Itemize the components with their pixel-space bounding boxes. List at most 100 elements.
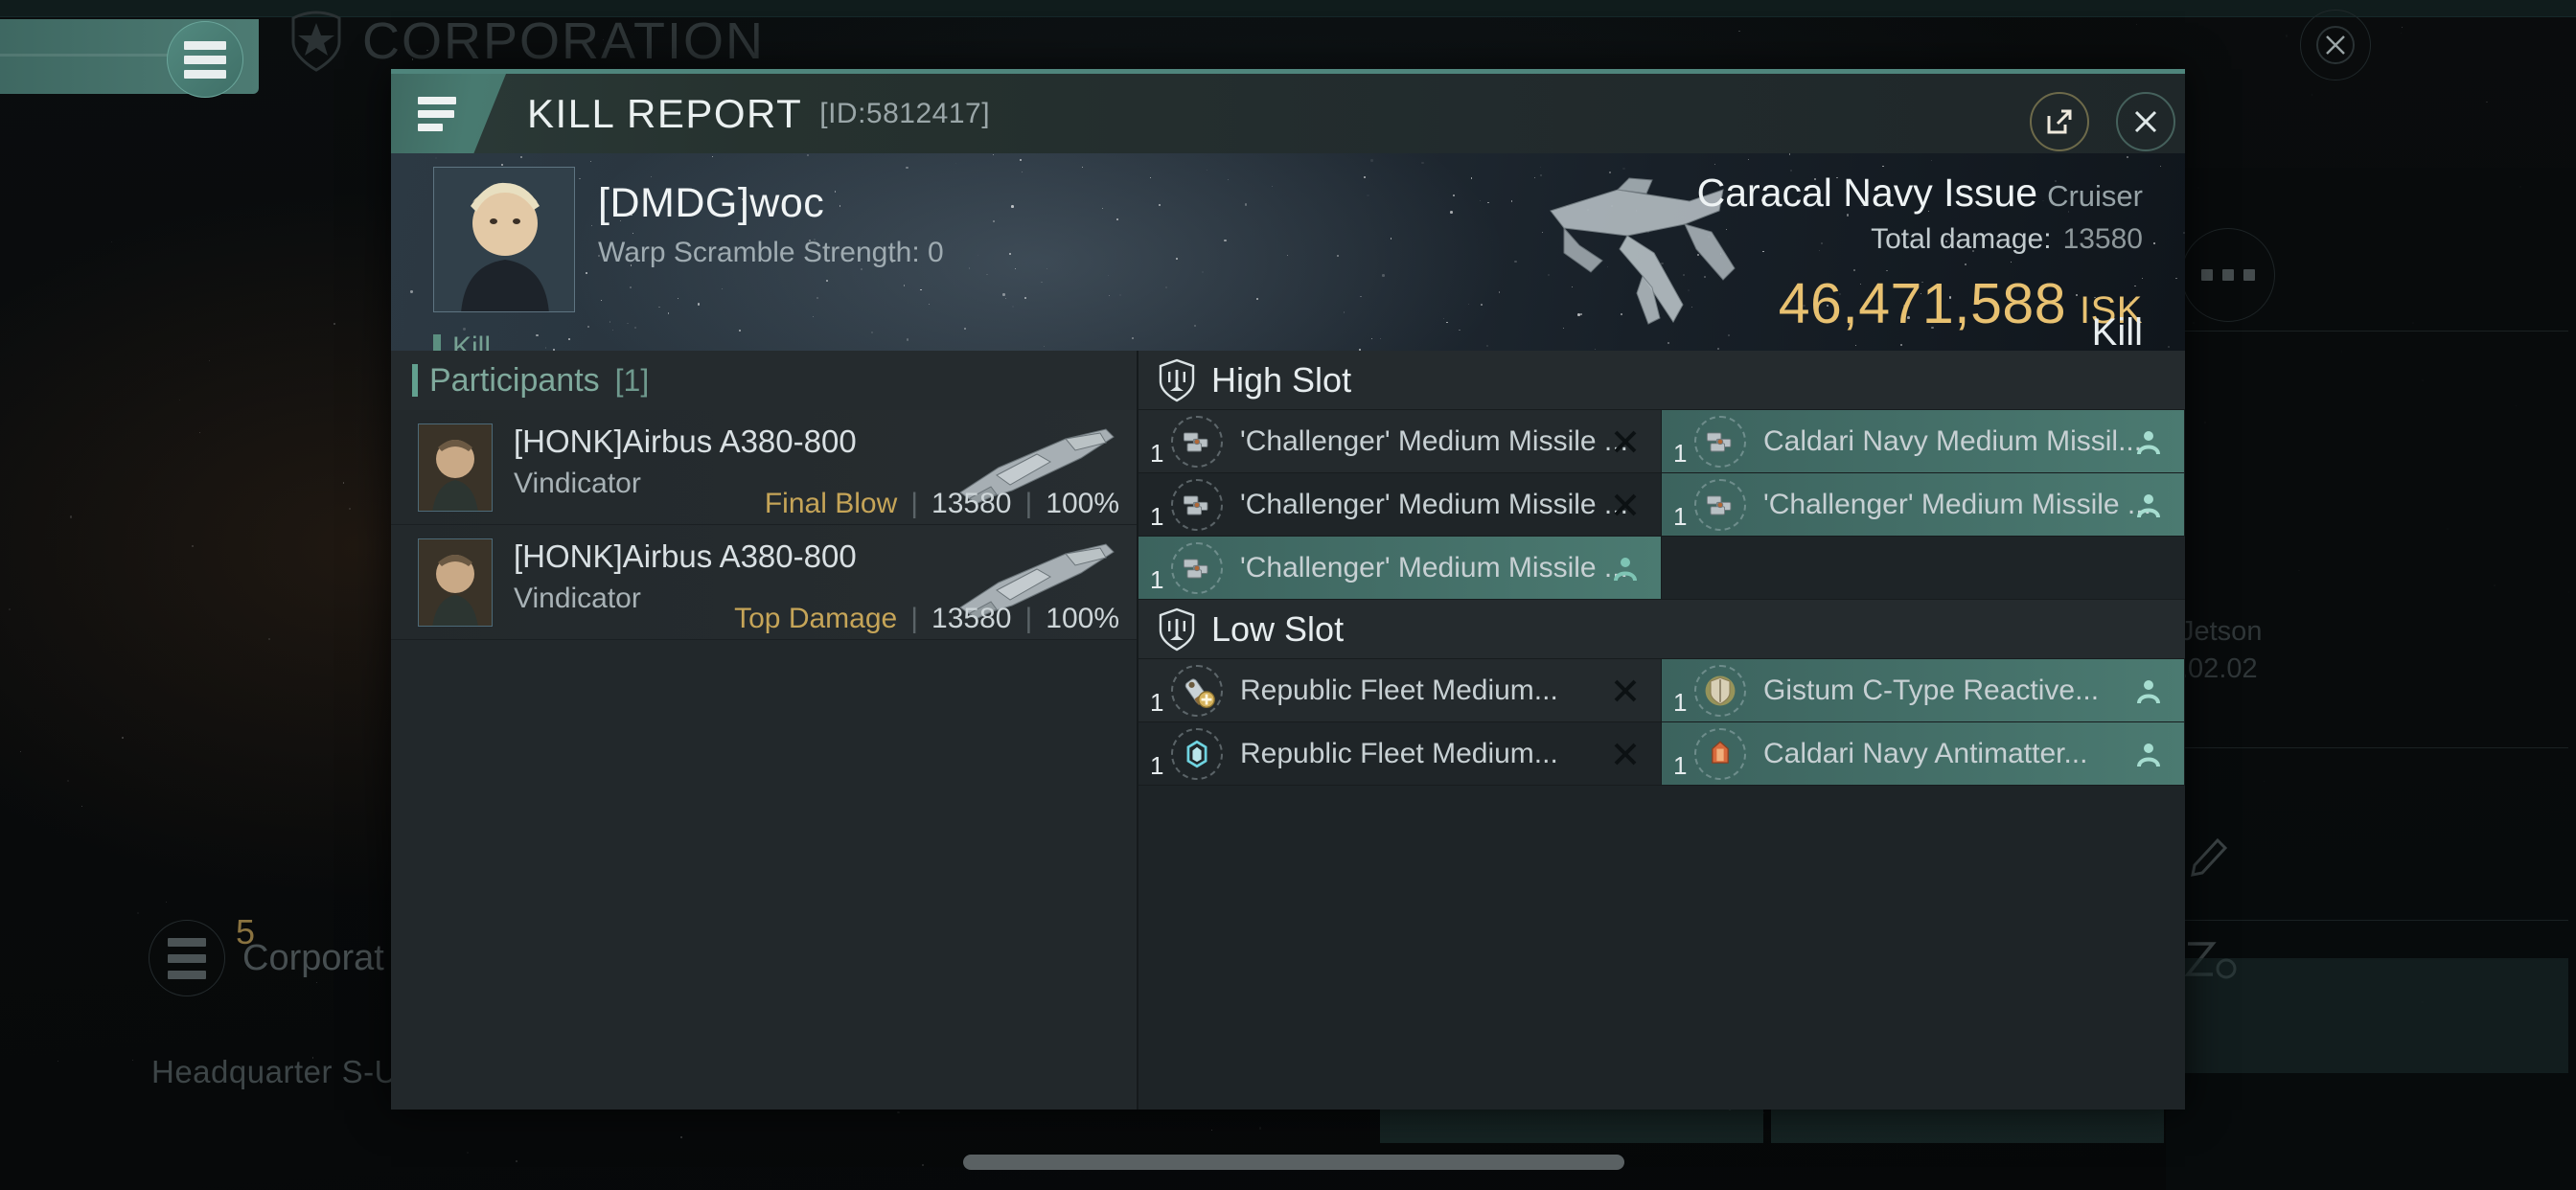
module-cell[interactable]: 1 'Challenger' Medium Missile ... (1662, 473, 2185, 537)
person-icon (2134, 740, 2163, 768)
total-damage-value: 13580 (2063, 223, 2143, 255)
module-qty: 1 (1150, 688, 1163, 718)
separator: | (910, 603, 918, 635)
damage-control-icon (1171, 665, 1223, 717)
module-qty: 1 (1150, 565, 1163, 595)
x-icon (1611, 427, 1640, 456)
person-icon (2134, 676, 2163, 705)
damage-control-icon (1171, 728, 1223, 780)
person-icon (2134, 427, 2163, 456)
hamburger-icon[interactable] (167, 21, 243, 98)
participant-damage: 13580 (932, 603, 1011, 635)
avatar[interactable] (433, 167, 575, 312)
background-corporation-title: CORPORATION (288, 10, 765, 73)
participant-tag: Final Blow (765, 488, 897, 520)
victim-ship-name-row: Caracal Navy Issue Cruiser (1697, 171, 2143, 216)
participant-percent: 100% (1046, 603, 1119, 635)
module-qty: 1 (1673, 439, 1687, 469)
corp-star-shield-icon (288, 10, 345, 73)
participant-name: [HONK]Airbus A380-800 (514, 538, 857, 575)
x-icon (1611, 676, 1640, 705)
isk-value: 46,471,588 (1779, 272, 2066, 335)
high-slot-grid: 1 'Challenger' Medium Missile ... 1 Cald… (1138, 410, 2185, 600)
module-qty: 1 (1673, 688, 1687, 718)
background-corporation-nav[interactable]: Corporat (149, 920, 384, 996)
x-icon (1611, 491, 1640, 519)
victim-ship-name: Caracal Navy Issue (1697, 171, 2037, 215)
module-name: Republic Fleet Medium... (1240, 738, 1558, 770)
victim-ship-block: Caracal Navy Issue Cruiser Total damage: 1… (1697, 171, 2143, 336)
background-divider (2175, 331, 2568, 332)
slot-shield-icon (1158, 358, 1196, 402)
victim-name: [DMDG]woc (598, 180, 944, 227)
module-qty: 1 (1673, 502, 1687, 532)
isk-value-row: 46,471,588 ISK (1697, 271, 2143, 336)
module-qty: 1 (1150, 439, 1163, 469)
participant-row[interactable]: [HONK]Airbus A380-800 Vindicator Final B… (391, 410, 1137, 525)
hamburger-icon[interactable] (149, 920, 225, 996)
participants-count: [1] (615, 363, 650, 399)
armor-plate-icon (1694, 665, 1746, 717)
participants-title: Participants (429, 362, 600, 400)
background-bottom-panel (2175, 958, 2568, 1073)
module-cell[interactable]: 1 Republic Fleet Medium... (1138, 659, 1662, 722)
participants-panel: Participants [1] [HONK]Airbus A380-800 V… (391, 351, 1138, 1110)
close-icon[interactable] (2300, 10, 2371, 80)
background-corporation-label: CORPORATION (362, 11, 765, 71)
module-name: 'Challenger' Medium Missile ... (1240, 489, 1628, 521)
modal-header: KILL REPORT [ID:5812417] (391, 74, 2185, 153)
victim-ship-class: Cruiser (2047, 179, 2143, 213)
missile-launcher-icon (1171, 416, 1223, 468)
edit-icon[interactable] (2185, 829, 2235, 879)
background-corp-nav-label: Corporat (242, 938, 384, 979)
module-name: 'Challenger' Medium Missile ... (1240, 552, 1628, 584)
module-qty: 1 (1150, 502, 1163, 532)
status-badge: Kill (433, 332, 491, 351)
participant-percent: 100% (1046, 488, 1119, 520)
slot-header-high: High Slot (1138, 351, 2185, 410)
participant-stats: Top Damage | 13580 | 100% (734, 603, 1119, 635)
kill-result-label: Kill (2092, 311, 2143, 351)
background-divider (2175, 747, 2568, 748)
module-cell[interactable]: 1 Caldari Navy Medium Missil... (1662, 410, 2185, 473)
page-title: KILL REPORT (527, 91, 802, 137)
module-cell[interactable]: 1 'Challenger' Medium Missile ... (1138, 537, 1662, 600)
low-slot-grid: 1 Republic Fleet Medium... 1 Gistum C-Ty… (1138, 659, 2185, 786)
person-icon (1611, 554, 1640, 583)
ammo-icon (1694, 728, 1746, 780)
kill-report-id: [ID:5812417] (819, 98, 990, 130)
module-name: Gistum C-Type Reactive... (1763, 675, 2099, 707)
missile-launcher-icon (1171, 479, 1223, 531)
module-cell[interactable]: 1 Caldari Navy Antimatter... (1662, 722, 2185, 786)
background-divider (2175, 920, 2568, 921)
total-damage-row: Total damage: 13580 (1697, 223, 2143, 256)
close-icon[interactable] (2116, 92, 2175, 151)
background-right-text: Jetson .02.02 (2180, 613, 2262, 688)
module-cell[interactable]: 1 'Challenger' Medium Missile ... (1138, 473, 1662, 537)
module-cell[interactable]: 1 'Challenger' Medium Missile ... (1138, 410, 1662, 473)
participant-ship: Vindicator (514, 583, 641, 615)
module-cell-empty (1662, 537, 2185, 600)
module-cell[interactable]: 1 Republic Fleet Medium... (1138, 722, 1662, 786)
person-icon (2134, 491, 2163, 519)
external-link-icon[interactable] (2030, 92, 2089, 151)
module-name: Caldari Navy Antimatter... (1763, 738, 2087, 770)
missile-launcher-icon (1694, 416, 1746, 468)
participant-row[interactable]: [HONK]Airbus A380-800 Vindicator Top Dam… (391, 525, 1137, 640)
kill-summary-hero: [DMDG]woc Warp Scramble Strength: 0 Kill… (391, 153, 2185, 351)
victim-block: [DMDG]woc Warp Scramble Strength: 0 (433, 167, 944, 312)
slot-title: High Slot (1211, 360, 1351, 400)
module-name: 'Challenger' Medium Missile ... (1763, 489, 2151, 521)
more-dots-icon[interactable] (2181, 228, 2275, 322)
pilot-portrait-icon (418, 538, 493, 627)
participant-name: [HONK]Airbus A380-800 (514, 423, 857, 460)
background-headquarter-label: Headquarter S-U8 (151, 1054, 416, 1090)
module-cell[interactable]: 1 Gistum C-Type Reactive... (1662, 659, 2185, 722)
module-name: 'Challenger' Medium Missile ... (1240, 425, 1628, 458)
x-icon (1611, 740, 1640, 768)
horizontal-scrollbar[interactable] (963, 1155, 1624, 1170)
status-badge-label: Kill (452, 332, 491, 351)
hamburger-icon[interactable] (391, 74, 506, 153)
module-name: Caldari Navy Medium Missil... (1763, 425, 2142, 458)
slot-shield-icon (1158, 607, 1196, 652)
